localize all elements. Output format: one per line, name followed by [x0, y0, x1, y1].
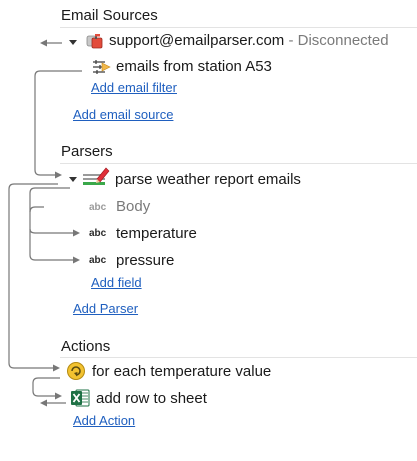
email-source-status: - Disconnected [288, 32, 389, 49]
email-filter-item[interactable]: emails from station A53 [116, 58, 272, 76]
add-email-filter-link[interactable]: Add email filter [91, 80, 177, 96]
connector-parser-fields [29, 187, 76, 261]
email-source-address: support@emailparser.com [109, 32, 285, 49]
actions-divider [60, 357, 417, 358]
connector-body-branch [29, 206, 44, 213]
connector-parsers-to-actions [8, 183, 58, 369]
field-type-badge-pressure: abc [89, 255, 107, 266]
email-sources-divider [60, 27, 417, 28]
excel-icon [71, 389, 90, 407]
add-email-source-link[interactable]: Add email source [73, 107, 173, 123]
parser-icon [83, 167, 110, 185]
action-item-foreach[interactable]: for each temperature value [92, 363, 271, 381]
connector-field-temperature [29, 228, 76, 234]
field-item-temperature[interactable]: temperature [116, 225, 197, 243]
field-type-badge-body: abc [89, 202, 107, 213]
email-sources-heading: Email Sources [61, 7, 158, 24]
filter-icon [93, 60, 111, 74]
add-parser-link[interactable]: Add Parser [73, 301, 138, 317]
email-source-expand-caret[interactable] [69, 40, 77, 45]
mailbox-icon [86, 34, 103, 49]
foreach-icon [67, 362, 85, 380]
action-item-add-row[interactable]: add row to sheet [96, 390, 207, 408]
field-item-pressure[interactable]: pressure [116, 252, 174, 270]
actions-heading: Actions [61, 338, 111, 355]
field-type-badge-temperature: abc [89, 228, 107, 239]
field-item-body[interactable]: Body [116, 198, 150, 216]
parser-expand-caret[interactable] [69, 177, 77, 182]
email-source-item[interactable]: support@emailparser.com - Disconnected [109, 32, 389, 50]
add-field-link[interactable]: Add field [91, 275, 142, 291]
parsers-divider [60, 163, 417, 164]
parsers-heading: Parsers [61, 143, 113, 160]
parser-item[interactable]: parse weather report emails [115, 171, 301, 189]
add-action-link[interactable]: Add Action [73, 413, 135, 429]
